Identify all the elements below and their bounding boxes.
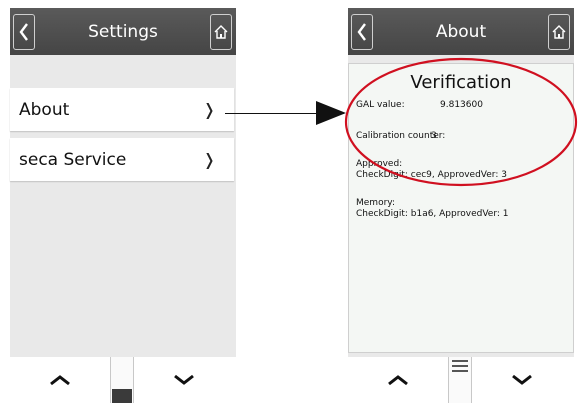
title-bar: About [348, 8, 574, 55]
scroll-down-button[interactable] [472, 357, 572, 403]
home-button[interactable] [210, 14, 232, 50]
settings-screen: Settings About ❭ seca Service ❭ [10, 8, 236, 403]
chevron-right-icon: ❭ [202, 100, 216, 119]
scroll-bar [348, 357, 574, 403]
chevron-left-icon [357, 23, 366, 41]
home-button[interactable] [548, 14, 570, 50]
chevron-right-icon: ❭ [202, 150, 216, 169]
scroll-bar [10, 357, 236, 403]
memory-checkdigit: CheckDigit: b1a6, ApprovedVer: 1 [356, 209, 509, 219]
menu-item-about[interactable]: About ❭ [10, 88, 234, 131]
back-button[interactable] [13, 14, 35, 50]
chevron-up-icon [388, 375, 408, 386]
menu-item-label: About [19, 99, 70, 120]
chevron-down-icon [512, 374, 532, 385]
menu-item-label: seca Service [19, 149, 127, 170]
scroll-up-button[interactable] [348, 357, 448, 403]
scroll-track[interactable] [110, 357, 134, 403]
scroll-up-button[interactable] [10, 357, 110, 403]
page-title: About [435, 21, 487, 42]
home-icon [214, 25, 228, 39]
chevron-down-icon [174, 374, 194, 385]
chevron-left-icon [19, 23, 28, 41]
chevron-up-icon [50, 375, 70, 386]
menu-item-seca-service[interactable]: seca Service ❭ [10, 138, 234, 181]
scroll-down-button[interactable] [134, 357, 234, 403]
memory-label: Memory: [356, 198, 395, 208]
scroll-track[interactable] [448, 357, 472, 403]
home-icon [552, 25, 566, 39]
page-title: Settings [88, 21, 158, 42]
scroll-thumb[interactable] [452, 360, 468, 374]
annotation-arrowhead [316, 101, 346, 125]
back-button[interactable] [351, 14, 373, 50]
title-bar: Settings [10, 8, 236, 55]
verification-highlight-ellipse [344, 57, 578, 187]
scroll-thumb[interactable] [112, 389, 132, 403]
